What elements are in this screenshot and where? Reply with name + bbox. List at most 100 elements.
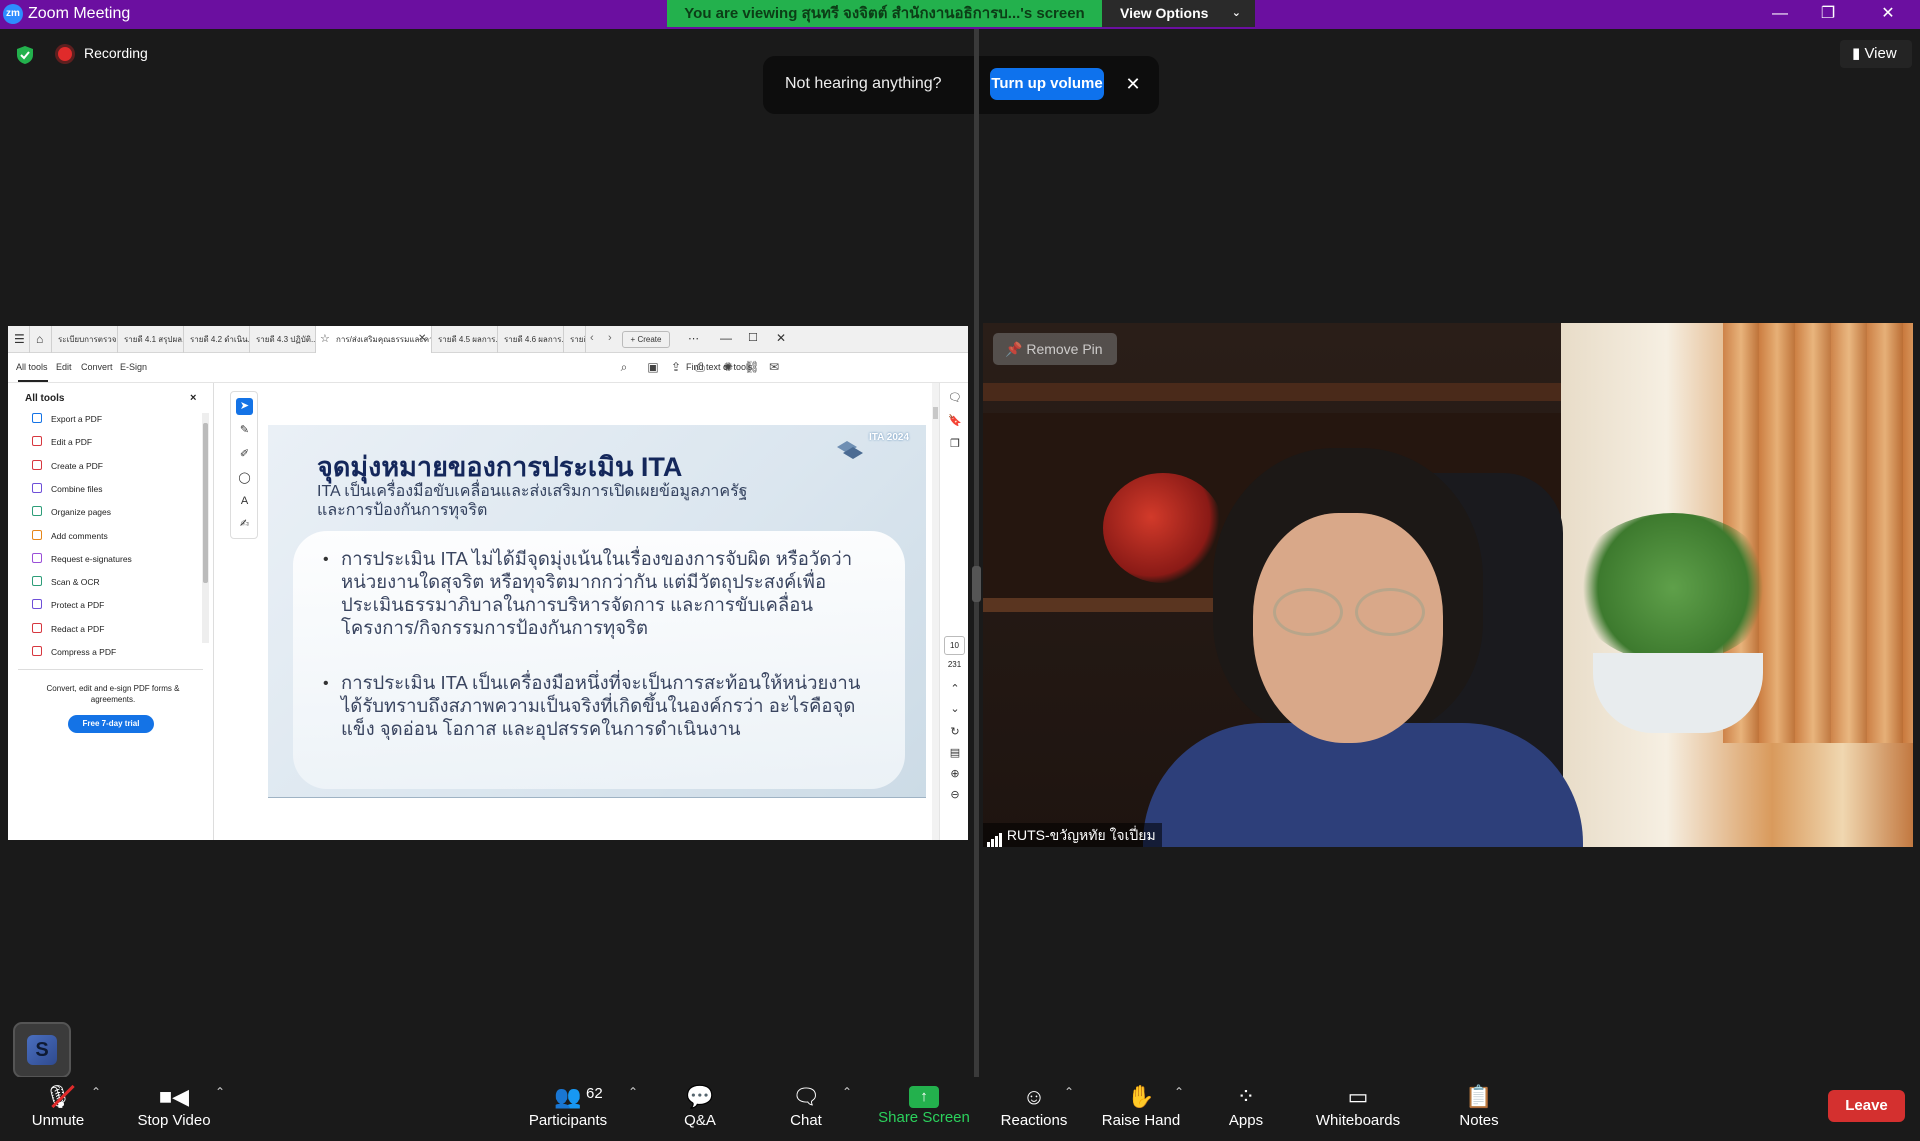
highlight-pen-icon[interactable]: ✐ xyxy=(236,446,253,463)
doc-tab[interactable]: รายดี 4.5 ผลการ... xyxy=(432,326,498,353)
lasso-icon[interactable]: ◯ xyxy=(236,470,253,487)
divider-drag-handle[interactable] xyxy=(972,566,981,602)
acrobat-close-button[interactable]: ✕ xyxy=(776,331,786,345)
star-icon[interactable]: ☆ xyxy=(320,332,330,345)
tool-item[interactable]: Export a PDF xyxy=(32,411,102,427)
home-icon[interactable]: ⌂ xyxy=(30,326,52,353)
participants-caret-icon[interactable]: ⌃ xyxy=(628,1085,638,1099)
more-icon[interactable]: ⋯ xyxy=(688,332,699,345)
bookmark-icon[interactable]: 🔖 xyxy=(947,413,963,429)
menu-all-tools[interactable]: All tools xyxy=(16,362,48,372)
pages-icon[interactable]: ❐ xyxy=(947,436,963,452)
remove-pin-label: Remove Pin xyxy=(1026,341,1103,357)
upload-icon[interactable]: ⇪ xyxy=(668,359,684,375)
create-tab-button[interactable]: + Create xyxy=(622,331,670,348)
turn-up-volume-button[interactable]: Turn up volume xyxy=(990,68,1104,100)
search-icon[interactable]: ⌕ xyxy=(616,359,632,375)
menu-icon[interactable]: ☰ xyxy=(8,326,30,353)
close-icon[interactable]: ✕ xyxy=(1120,70,1146,98)
view-options-label: View Options xyxy=(1120,5,1209,21)
view-button[interactable]: ▮ View xyxy=(1840,40,1912,68)
document-scrollbar[interactable] xyxy=(932,383,939,840)
ai-assistant-icon[interactable]: ✺ xyxy=(720,359,736,375)
doc-tab[interactable]: ระเบียบการตรวจ... xyxy=(52,326,118,353)
select-cursor-icon[interactable]: ➤ xyxy=(236,398,253,415)
doc-tab-active[interactable]: การ/ส่งเสริมคุณธรรมและความโ... xyxy=(316,326,432,353)
menu-e-sign[interactable]: E-Sign xyxy=(120,362,147,372)
close-window-button[interactable]: ✕ xyxy=(1868,2,1908,26)
zoom-out-icon[interactable]: ⊖ xyxy=(947,787,963,803)
acrobat-maximize-button[interactable]: ☐ xyxy=(748,331,758,344)
acrobat-minimize-button[interactable]: — xyxy=(720,331,732,345)
chevron-up-icon[interactable]: ⌃ xyxy=(947,681,963,697)
chevron-down-icon[interactable]: ⌄ xyxy=(947,701,963,717)
doc-tab[interactable]: รายดี xyxy=(564,326,586,353)
chat-caret-icon[interactable]: ⌃ xyxy=(842,1085,852,1099)
sign-icon[interactable]: ✍ xyxy=(236,516,253,533)
unmute-button[interactable]: 🎙 Unmute xyxy=(20,1077,96,1141)
text-select-icon[interactable]: A xyxy=(236,493,253,510)
comment-icon[interactable]: ✎ xyxy=(236,422,253,439)
link-icon[interactable]: ⛓ xyxy=(744,359,760,375)
tool-item[interactable]: Compress a PDF xyxy=(32,644,116,660)
doc-tab[interactable]: รายดี 4.3 ปฏิบัติ... xyxy=(250,326,316,353)
app-thumbnail[interactable]: S xyxy=(13,1022,71,1078)
zoom-in-icon[interactable]: ⊕ xyxy=(947,766,963,782)
video-options-caret-icon[interactable]: ⌃ xyxy=(215,1085,225,1099)
reactions-button[interactable]: ☺ Reactions xyxy=(998,1077,1070,1141)
print-icon[interactable]: ⎙ xyxy=(692,359,708,375)
document-scroll-thumb[interactable] xyxy=(933,407,938,419)
encryption-shield-icon[interactable] xyxy=(16,45,34,65)
tool-item[interactable]: Add comments xyxy=(32,528,108,544)
restore-button[interactable]: ❐ xyxy=(1808,2,1848,26)
stop-video-button[interactable]: ■◀ Stop Video xyxy=(128,1077,220,1141)
participant-video-tile[interactable]: 📌 Remove Pin RUTS-ขวัญหทัย ใจเปี่ยม xyxy=(983,323,1913,847)
acrobat-tab-bar: ☰ ⌂ ระเบียบการตรวจ... รายดี 4.1 สรุปผล..… xyxy=(8,326,968,353)
recording-label[interactable]: Recording xyxy=(84,45,148,61)
menu-edit[interactable]: Edit xyxy=(56,362,72,372)
tool-item[interactable]: Scan & OCR xyxy=(32,574,100,590)
doc-tab[interactable]: รายดี 4.1 สรุปผล... xyxy=(118,326,184,353)
doc-tab[interactable]: รายดี 4.2 ดำเนิน... xyxy=(184,326,250,353)
view-options-button[interactable]: View Options ⌄ xyxy=(1102,0,1255,27)
chevron-left-icon[interactable]: ‹ xyxy=(590,332,594,344)
tool-item[interactable]: Protect a PDF xyxy=(32,597,104,613)
acrobat-menu-bar: All tools Edit Convert E-Sign Find text … xyxy=(8,353,968,383)
close-panel-icon[interactable]: × xyxy=(190,392,196,404)
doc-tab[interactable]: รายดี 4.6 ผลการ... xyxy=(498,326,564,353)
chat-button[interactable]: 🗨 Chat xyxy=(776,1077,836,1141)
notes-button[interactable]: 📋 Notes xyxy=(1454,1077,1504,1141)
comments-panel-icon[interactable]: 🗨 xyxy=(947,390,963,406)
mail-icon[interactable]: ✉ xyxy=(766,359,782,375)
audio-options-caret-icon[interactable]: ⌃ xyxy=(91,1085,101,1099)
remove-pin-button[interactable]: 📌 Remove Pin xyxy=(993,333,1117,365)
panel-scroll-thumb[interactable] xyxy=(203,423,208,583)
free-trial-button[interactable]: Free 7-day trial xyxy=(68,715,154,733)
participants-button[interactable]: 👥 62 Participants xyxy=(520,1077,616,1141)
qa-button[interactable]: 💬 Q&A xyxy=(668,1077,732,1141)
tool-item[interactable]: Request e-signatures xyxy=(32,551,132,567)
save-icon[interactable]: ▣ xyxy=(645,359,661,375)
page-fit-icon[interactable]: ▤ xyxy=(947,745,963,761)
rotate-icon[interactable]: ↻ xyxy=(947,724,963,740)
split-divider[interactable] xyxy=(974,29,979,1077)
apps-button[interactable]: ⁘ Apps xyxy=(1222,1077,1270,1141)
video-plant-pot xyxy=(1593,653,1763,733)
share-screen-button[interactable]: ↑ Share Screen xyxy=(874,1077,974,1141)
close-tab-icon[interactable]: ✕ xyxy=(418,333,426,344)
leave-button[interactable]: Leave xyxy=(1828,1090,1905,1122)
tool-item[interactable]: Organize pages xyxy=(32,504,111,520)
menu-convert[interactable]: Convert xyxy=(81,362,113,372)
tool-label: Edit a PDF xyxy=(51,437,93,448)
raise-hand-caret-icon[interactable]: ⌃ xyxy=(1174,1085,1184,1099)
tool-item[interactable]: Edit a PDF xyxy=(32,434,92,450)
chevron-right-icon[interactable]: › xyxy=(608,332,612,344)
tool-item[interactable]: Create a PDF xyxy=(32,458,103,474)
raise-hand-button[interactable]: ✋ Raise Hand xyxy=(1098,1077,1184,1141)
tool-item[interactable]: Redact a PDF xyxy=(32,621,104,637)
tool-item[interactable]: Combine files xyxy=(32,481,103,497)
page-number-input[interactable]: 10 xyxy=(944,636,965,655)
minimize-button[interactable]: — xyxy=(1760,2,1800,26)
whiteboards-button[interactable]: ▭ Whiteboards xyxy=(1310,1077,1406,1141)
reactions-caret-icon[interactable]: ⌃ xyxy=(1064,1085,1074,1099)
